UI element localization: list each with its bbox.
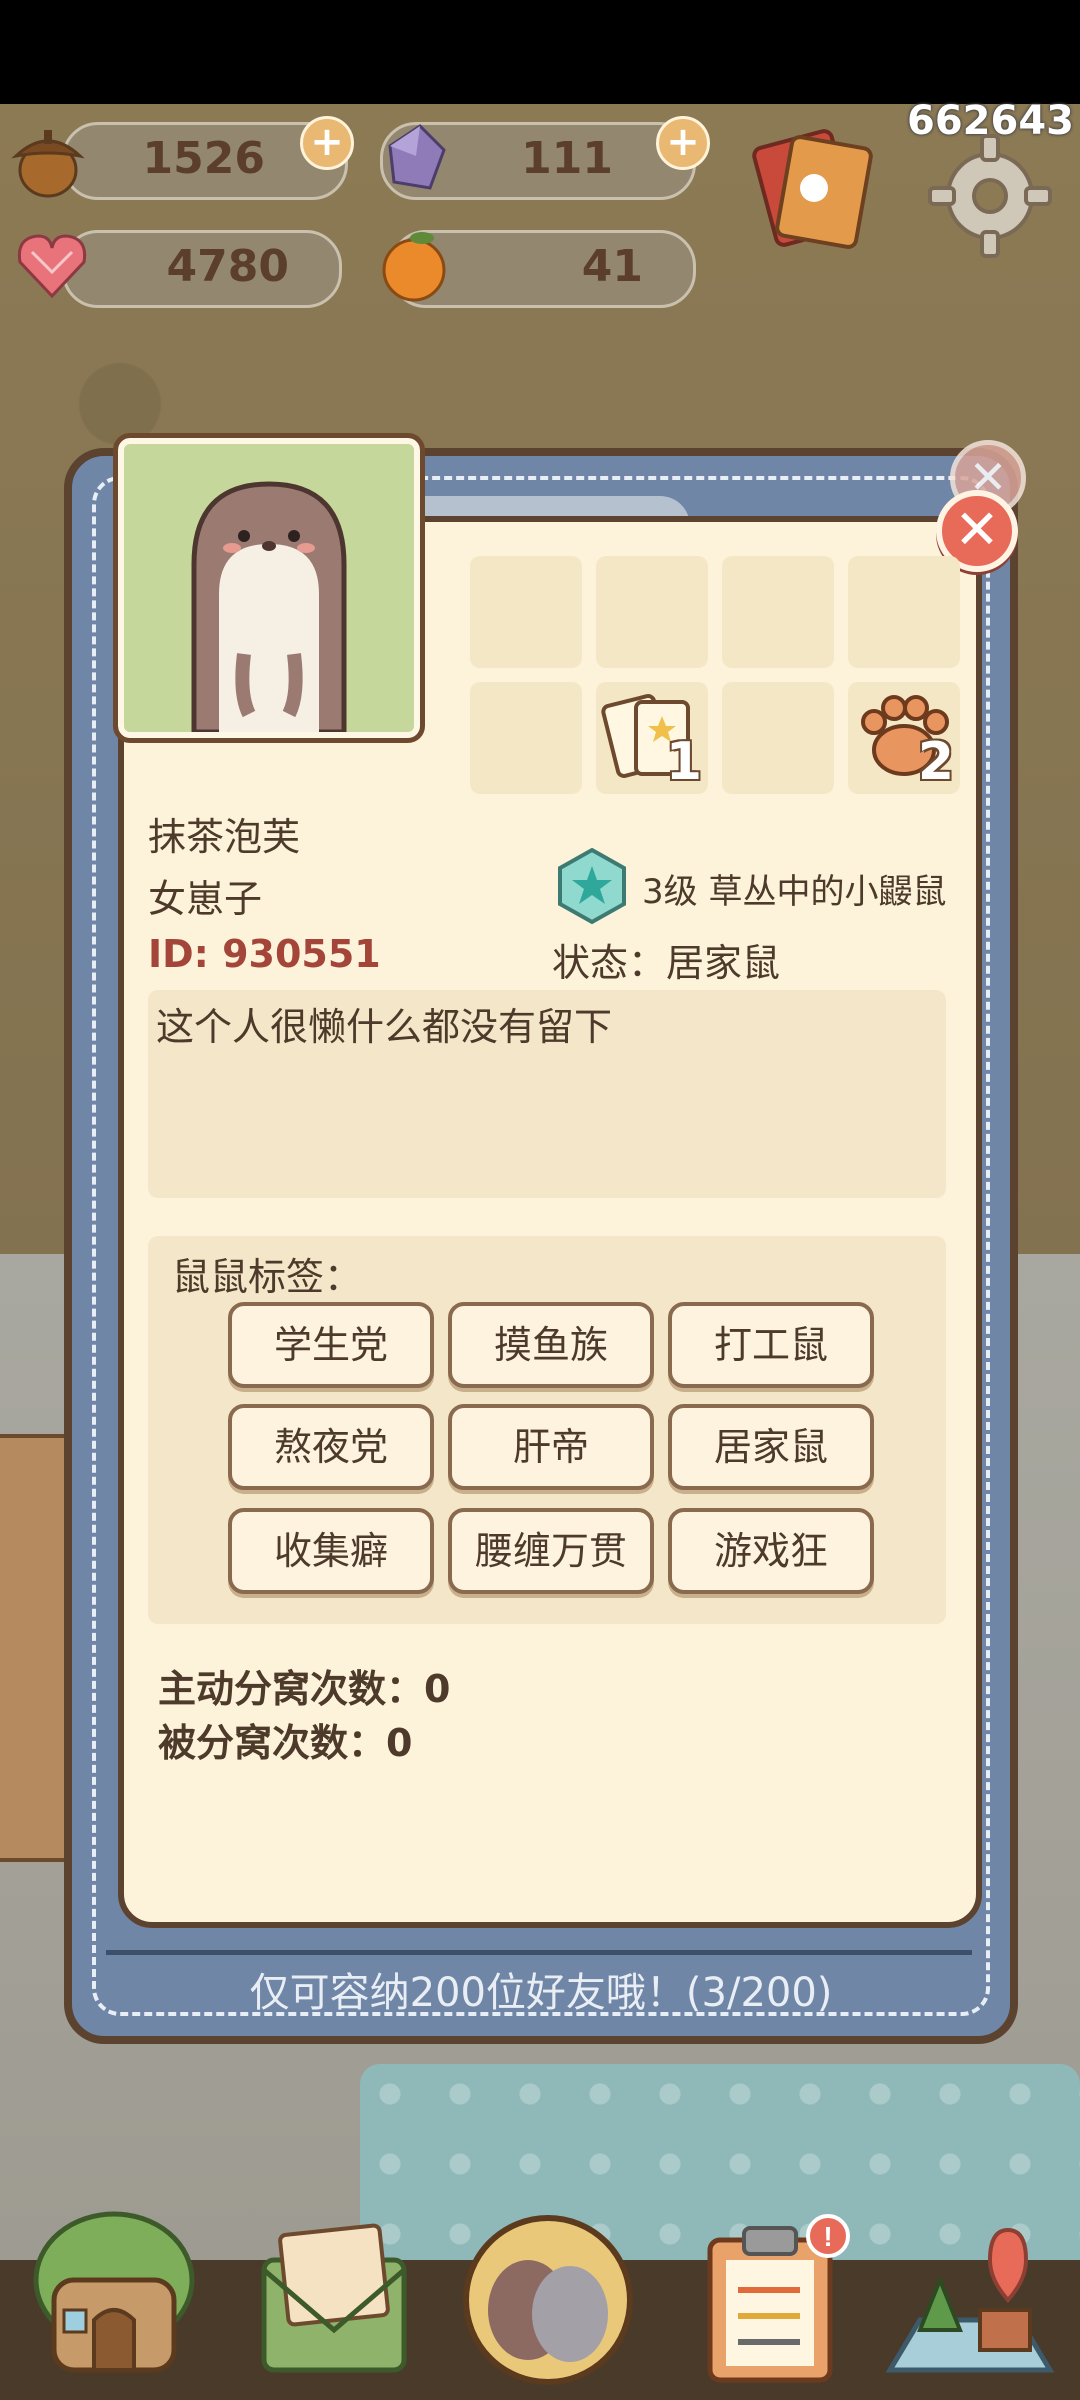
crystal-icon — [388, 124, 446, 190]
orange-value: 41 — [581, 241, 643, 292]
event-cards-icon[interactable] — [744, 118, 884, 258]
task-clipboard-icon[interactable]: ! — [680, 2200, 860, 2390]
item-slot-4[interactable] — [848, 556, 960, 668]
acorn-value: 1526 — [142, 133, 265, 184]
player-name: 抹茶泡芙 — [148, 815, 301, 859]
item-slot-5[interactable] — [470, 682, 582, 794]
bio-text: 这个人很懒什么都没有留下 — [156, 1005, 613, 1049]
acorn-icon — [11, 130, 85, 198]
player-gender: 女崽子 — [148, 877, 263, 921]
tag-chip[interactable]: 腰缠万贯 — [448, 1508, 654, 1594]
cards-count: 1 — [665, 732, 702, 792]
item-slot-7[interactable] — [722, 682, 834, 794]
friend-capacity-text: 仅可容纳200位好友哦！(3/200) — [249, 1970, 833, 2016]
acorn-add-button[interactable]: + — [300, 116, 354, 170]
passive-split-count: 被分窝次数：0 — [158, 1721, 413, 1765]
item-slot-2[interactable] — [596, 556, 708, 668]
tag-chip[interactable]: 肝帝 — [448, 1404, 654, 1490]
dresser — [0, 1434, 74, 1862]
item-slot-3[interactable] — [722, 556, 834, 668]
map-location-icon[interactable] — [880, 2200, 1060, 2390]
player-level: 3级 草丛中的小鼹鼠 — [642, 872, 947, 912]
tag-chip[interactable]: 收集癖 — [228, 1508, 434, 1594]
heart-counter: 4780 — [62, 230, 342, 308]
heart-gem-icon — [17, 234, 87, 299]
mail-letter-icon[interactable] — [244, 2200, 424, 2390]
bio-box: 这个人很懒什么都没有留下 — [148, 990, 946, 1198]
item-slot-cards[interactable]: 1 — [596, 682, 708, 794]
tag-chip[interactable]: 摸鱼族 — [448, 1302, 654, 1388]
svg-text:!: ! — [823, 2221, 832, 2252]
player-status: 状态：居家鼠 — [552, 941, 781, 985]
level-star-badge-icon — [558, 847, 626, 925]
item-slot-1[interactable] — [470, 556, 582, 668]
crystal-value: 111 — [521, 133, 613, 184]
heart-value: 4780 — [166, 241, 289, 292]
home-house-icon[interactable] — [24, 2200, 204, 2390]
paw-count: 2 — [917, 732, 954, 792]
status-bar — [0, 0, 1080, 104]
footer-divider — [106, 1950, 972, 1955]
orange-icon — [382, 232, 446, 302]
tag-chip[interactable]: 居家鼠 — [668, 1404, 874, 1490]
tag-chip[interactable]: 游戏狂 — [668, 1508, 874, 1594]
tag-chip[interactable]: 学生党 — [228, 1302, 434, 1388]
otter-avatar-icon — [191, 481, 347, 732]
tags-title: 鼠鼠标签： — [172, 1255, 363, 1299]
avatar[interactable] — [113, 433, 425, 743]
player-id: ID: 930551 — [148, 932, 381, 976]
active-split-count: 主动分窝次数：0 — [158, 1667, 451, 1711]
settings-gear-icon[interactable] — [924, 130, 1056, 262]
friends-circle-icon[interactable] — [458, 2200, 638, 2390]
tag-chip[interactable]: 打工鼠 — [668, 1302, 874, 1388]
tag-chip[interactable]: 熬夜党 — [228, 1404, 434, 1490]
crystal-add-button[interactable]: + — [656, 116, 710, 170]
item-slot-paw[interactable]: 2 — [848, 682, 960, 794]
